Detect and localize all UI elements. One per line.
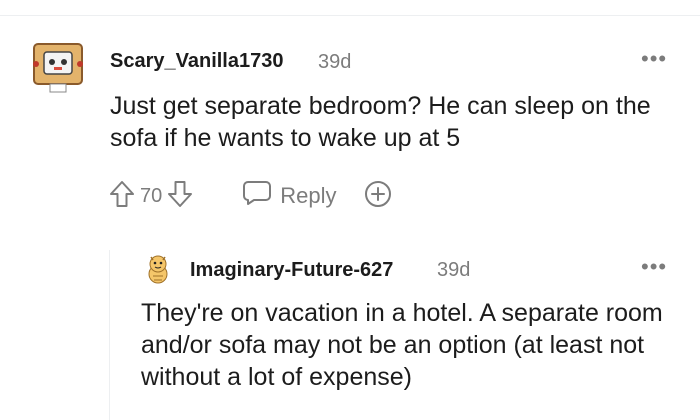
comment-timestamp[interactable]: 39d — [318, 51, 351, 74]
comment-body: They're on vacation in a hotel. A separa… — [141, 299, 663, 391]
reply-label: Reply — [280, 183, 337, 208]
award-icon — [363, 179, 393, 214]
comment-author[interactable]: Scary_Vanilla1730 — [110, 50, 283, 73]
award-button[interactable] — [363, 179, 393, 214]
comment-timestamp[interactable]: 39d — [437, 259, 470, 282]
comment-author[interactable]: Imaginary-Future-627 — [190, 259, 393, 282]
upvote-icon[interactable] — [108, 179, 136, 214]
reply-button[interactable]: Reply — [242, 180, 337, 212]
top-divider — [0, 15, 700, 16]
comment-body: Just get separate bedroom? He can sleep … — [110, 92, 651, 152]
more-icon[interactable]: ••• — [641, 48, 667, 70]
reply-icon — [242, 180, 272, 212]
more-icon[interactable]: ••• — [641, 256, 667, 278]
comment-actions: 70 Reply — [108, 176, 393, 216]
avatar[interactable] — [30, 38, 86, 94]
downvote-icon[interactable] — [166, 179, 194, 214]
thread-line[interactable] — [109, 250, 110, 420]
avatar[interactable] — [141, 252, 175, 286]
vote-count: 70 — [140, 184, 163, 207]
